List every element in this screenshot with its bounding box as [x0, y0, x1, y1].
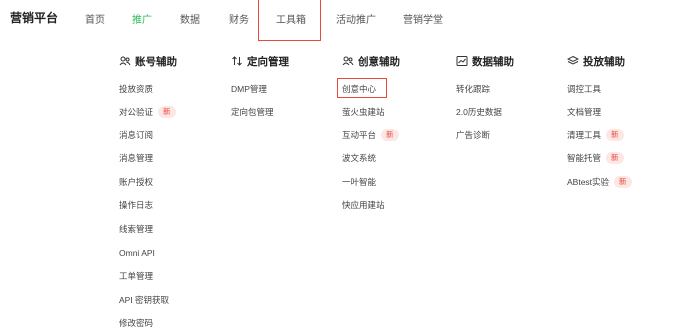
menu-item[interactable]: 工单管理 — [119, 269, 153, 283]
users-icon — [342, 55, 354, 67]
column-header: 定向管理 — [231, 54, 289, 68]
menu-item[interactable]: 定向包管理 — [231, 105, 274, 119]
users-icon — [119, 55, 131, 67]
menu-item[interactable]: 对公验证新 — [119, 105, 176, 119]
menu-item[interactable]: Omni API — [119, 246, 155, 260]
menu-item[interactable]: 修改密码 — [119, 316, 153, 328]
menu-item[interactable]: 转化跟踪 — [456, 82, 490, 96]
menu-item[interactable]: 文档管理 — [567, 105, 601, 119]
menu-item[interactable]: 快应用建站 — [342, 198, 385, 212]
column-title: 数据辅助 — [472, 55, 514, 68]
menu-item[interactable]: 2.0历史数据 — [456, 105, 502, 119]
nav-academy[interactable]: 营销学堂 — [403, 11, 443, 26]
nav-home[interactable]: 首页 — [85, 11, 105, 26]
menu-item[interactable]: 一叶智能 — [342, 175, 376, 189]
menu-item[interactable]: 波文系统 — [342, 151, 376, 165]
sort-icon — [231, 55, 243, 67]
menu-item[interactable]: 智能托管新 — [567, 151, 624, 165]
column-title: 账号辅助 — [135, 55, 177, 68]
menu-item[interactable]: ABtest实验新 — [567, 175, 632, 189]
new-badge: 新 — [381, 129, 399, 141]
nav-promotion[interactable]: 推广 — [132, 11, 152, 26]
nav-data[interactable]: 数据 — [180, 11, 200, 26]
new-badge: 新 — [606, 129, 624, 141]
menu-item[interactable]: 互动平台新 — [342, 128, 399, 142]
menu-item[interactable]: 清理工具新 — [567, 128, 624, 142]
menu-item[interactable]: 消息订阅 — [119, 128, 153, 142]
layers-icon — [567, 55, 579, 67]
menu-item[interactable]: 萤火虫建站 — [342, 105, 385, 119]
chart-icon — [456, 55, 468, 67]
top-nav-bar: 营销平台 首页 推广 数据 财务 工具箱 活动推广 营销学堂 — [0, 0, 675, 41]
menu-item[interactable]: 账户授权 — [119, 175, 153, 189]
nav-finance[interactable]: 财务 — [229, 11, 249, 26]
column-header: 创意辅助 — [342, 54, 400, 68]
column-title: 创意辅助 — [358, 55, 400, 68]
menu-item[interactable]: 投放资质 — [119, 82, 153, 96]
new-badge: 新 — [606, 152, 624, 164]
menu-item[interactable]: 广告诊断 — [456, 128, 490, 142]
new-badge: 新 — [614, 176, 632, 188]
menu-item[interactable]: 调控工具 — [567, 82, 601, 96]
menu-item[interactable]: 操作日志 — [119, 198, 153, 212]
column-header: 账号辅助 — [119, 54, 177, 68]
new-badge: 新 — [158, 106, 176, 118]
menu-item[interactable]: 消息管理 — [119, 151, 153, 165]
toolbox-highlight-box — [258, 0, 321, 41]
menu-item[interactable]: API 密钥获取 — [119, 293, 169, 307]
menu-item[interactable]: 线索管理 — [119, 222, 153, 236]
column-header: 数据辅助 — [456, 54, 514, 68]
brand-title: 营销平台 — [10, 11, 59, 25]
column-header: 投放辅助 — [567, 54, 625, 68]
column-title: 投放辅助 — [583, 55, 625, 68]
nav-campaign[interactable]: 活动推广 — [336, 11, 376, 26]
column-title: 定向管理 — [247, 55, 289, 68]
menu-item[interactable]: DMP管理 — [231, 82, 267, 96]
creative-center-highlight-box — [337, 78, 387, 98]
